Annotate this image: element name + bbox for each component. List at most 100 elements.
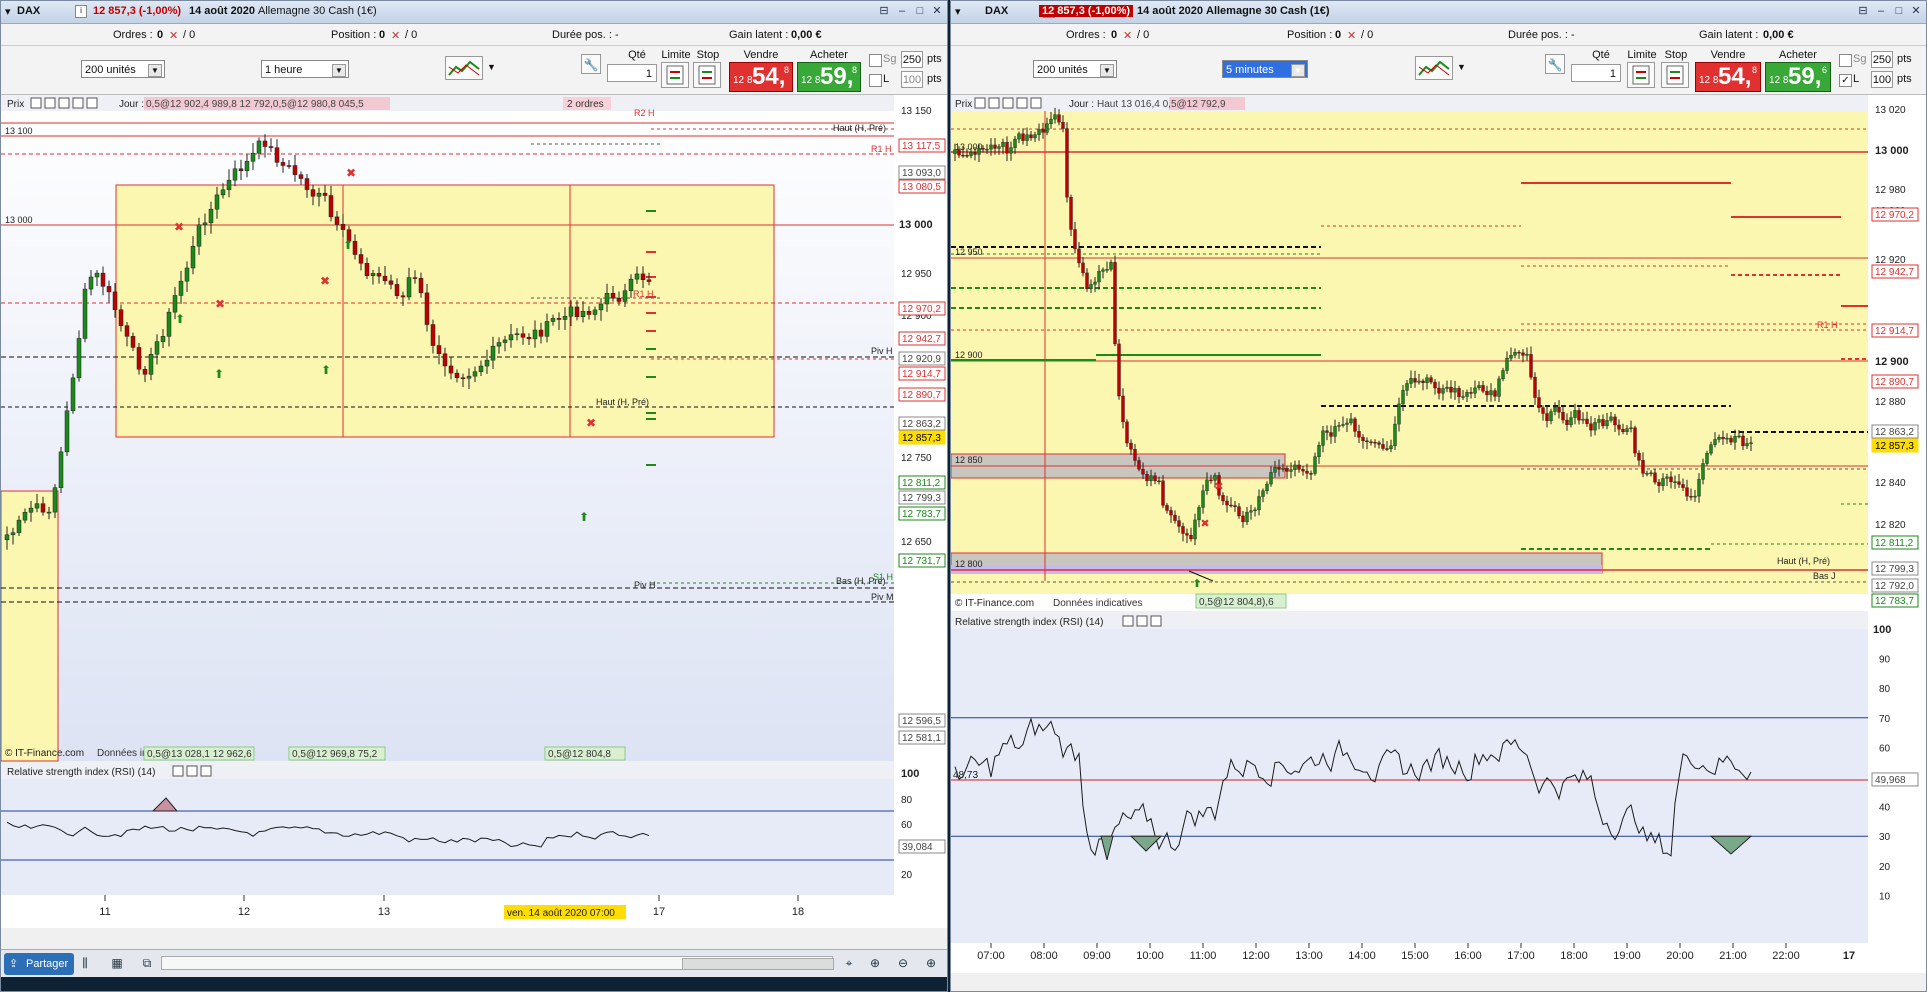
- candle-body: [1009, 147, 1013, 154]
- sg-checkbox[interactable]: [869, 54, 882, 67]
- candle-body: [1049, 118, 1053, 124]
- up-icon[interactable]: [86, 97, 98, 109]
- candle-body: [526, 337, 532, 340]
- add-icon[interactable]: [1016, 97, 1028, 109]
- candle-body: [1741, 435, 1745, 447]
- chart-type-dropdown-icon[interactable]: ▼: [487, 62, 496, 72]
- position-info-bar: Ordres : 0 ✕ / 0 Position : 0 ✕ / 0 Duré…: [951, 24, 1926, 46]
- limit-order-icon[interactable]: [1627, 62, 1655, 88]
- sell-button[interactable]: 12 8 54, 8: [1695, 62, 1761, 92]
- candle-icon[interactable]: ⫼: [77, 955, 93, 971]
- sell-signal-marker: ✖: [215, 297, 225, 311]
- info-icon[interactable]: i: [75, 5, 87, 18]
- cancel-orders-icon[interactable]: ✕: [169, 29, 178, 42]
- window-icon[interactable]: [1136, 615, 1148, 627]
- price-plot-area[interactable]: [951, 95, 1868, 611]
- horizontal-scrollbar[interactable]: [161, 956, 834, 970]
- limit-order-icon[interactable]: [661, 62, 689, 88]
- window-icon[interactable]: [988, 97, 1000, 109]
- menu-chevron-icon[interactable]: ▾: [5, 5, 11, 18]
- qty-input[interactable]: 1: [1571, 64, 1621, 82]
- left-price-chart[interactable]: Prix Jour :0,5@12 902,4 989,8 12 792,0,5@…: [1, 95, 947, 928]
- buy-button[interactable]: 12 8 59, 6: [1765, 62, 1831, 92]
- maximize-icon[interactable]: □: [913, 4, 927, 18]
- stop-order-icon[interactable]: [693, 62, 721, 88]
- close-icon[interactable]: ✕: [930, 4, 944, 18]
- detach-icon[interactable]: ⊟: [1856, 4, 1870, 18]
- stop-order-icon[interactable]: [1661, 62, 1689, 88]
- candle-body: [997, 146, 1001, 149]
- jour-label: Jour :: [119, 99, 144, 110]
- chart-type-icon[interactable]: [1415, 56, 1453, 80]
- right-price-chart[interactable]: Prix Jour : Haut 13 016,4 0,5@12 792,9 13 0…: [951, 95, 1926, 973]
- left-chart-svg[interactable]: Prix Jour :0,5@12 902,4 989,8 12 792,0,5@…: [1, 95, 947, 928]
- sg-points-input[interactable]: 250: [901, 51, 923, 68]
- close-chart-icon[interactable]: [1002, 97, 1014, 109]
- close-icon[interactable]: ✕: [1909, 4, 1923, 18]
- l-checkbox[interactable]: [869, 74, 882, 87]
- zoom-out-icon[interactable]: ⊖: [895, 955, 911, 971]
- sell-button[interactable]: 12 8 54, 8: [729, 62, 793, 92]
- candle-body: [1113, 262, 1117, 345]
- rsi-plot-area[interactable]: [951, 613, 1868, 943]
- window-icon[interactable]: [44, 97, 56, 109]
- minimize-icon[interactable]: –: [1874, 4, 1888, 18]
- zoom-range-icon[interactable]: ⊕: [867, 955, 883, 971]
- sg-points-input[interactable]: 250: [1871, 51, 1893, 68]
- candle-body: [568, 306, 574, 317]
- detach-icon[interactable]: ⊟: [877, 4, 891, 18]
- candle-body: [232, 168, 238, 181]
- maximize-icon[interactable]: □: [1892, 4, 1906, 18]
- close-chart-icon[interactable]: [58, 97, 70, 109]
- tool-icon[interactable]: ⌖: [841, 955, 857, 971]
- candle-body: [502, 339, 508, 343]
- close-chart-icon[interactable]: [200, 765, 212, 777]
- close-chart-icon[interactable]: [1150, 615, 1162, 627]
- l-checkbox[interactable]: ✓: [1839, 74, 1852, 87]
- period-select[interactable]: 5 minutes ▼: [1222, 60, 1308, 78]
- sg-checkbox[interactable]: [1839, 54, 1852, 67]
- period-select[interactable]: 1 heure ▼: [261, 60, 349, 78]
- x-axis-area: [1, 895, 947, 928]
- settings-icon[interactable]: [974, 97, 986, 109]
- scroll-thumb[interactable]: [682, 958, 834, 970]
- buy-signal-marker: ⬆: [175, 312, 185, 326]
- share-button[interactable]: ⇪ Partager: [4, 953, 75, 975]
- close-position-icon[interactable]: ✕: [1347, 29, 1356, 42]
- buy-price-fraction: 8: [852, 65, 858, 75]
- menu-chevron-icon[interactable]: ▾: [955, 5, 961, 18]
- price-box: 12 596,5: [902, 716, 941, 727]
- grid-icon[interactable]: ▦: [109, 955, 125, 971]
- l-points-input[interactable]: 100: [1871, 71, 1893, 88]
- wrench-icon[interactable]: 🔧: [581, 54, 601, 74]
- sell-label: Vendre: [1710, 49, 1746, 61]
- position-label: Position :: [331, 29, 377, 41]
- settings-icon[interactable]: [1122, 615, 1134, 627]
- qty-input[interactable]: 1: [607, 64, 657, 82]
- buy-button[interactable]: 12 8 59, 8: [797, 62, 861, 92]
- candle-body: [1105, 269, 1109, 271]
- x-tick: 22:00: [1772, 950, 1800, 962]
- settings-icon[interactable]: [30, 97, 42, 109]
- up-icon[interactable]: [1030, 97, 1042, 109]
- indicator-icon[interactable]: ⧉: [139, 955, 155, 971]
- right-trade-toolbar: 200 unités ▼ 5 minutes ▼ ▼ 🔧 Qté 1 Limite …: [951, 46, 1926, 95]
- add-icon[interactable]: [72, 97, 84, 109]
- zoom-in-icon[interactable]: ⊕: [923, 955, 939, 971]
- units-select[interactable]: 200 unités ▼: [1033, 60, 1117, 78]
- wrench-icon[interactable]: 🔧: [1545, 54, 1565, 74]
- close-position-icon[interactable]: ✕: [391, 29, 400, 42]
- units-select[interactable]: 200 unités ▼: [81, 60, 165, 78]
- chart-type-icon[interactable]: [445, 56, 483, 80]
- left-title-bar[interactable]: ▾ DAX i 12 857,3 (-1,00%) 14 août 2020 A…: [1, 1, 947, 24]
- cancel-orders-icon[interactable]: ✕: [1123, 29, 1132, 42]
- duration-label: Durée pos. : -: [552, 29, 619, 41]
- l-points-input[interactable]: 100: [901, 71, 923, 88]
- settings-icon[interactable]: [172, 765, 184, 777]
- right-chart-svg[interactable]: Prix Jour : Haut 13 016,4 0,5@12 792,9 13 0…: [951, 95, 1926, 973]
- minimize-icon[interactable]: –: [895, 4, 909, 18]
- window-icon[interactable]: [186, 765, 198, 777]
- right-title-bar[interactable]: ▾ DAX i 12 857,3 (-1,00%) 14 août 2020 A…: [951, 1, 1926, 24]
- date-label: 14 août 2020: [189, 5, 256, 17]
- chart-type-dropdown-icon[interactable]: ▼: [1457, 62, 1466, 72]
